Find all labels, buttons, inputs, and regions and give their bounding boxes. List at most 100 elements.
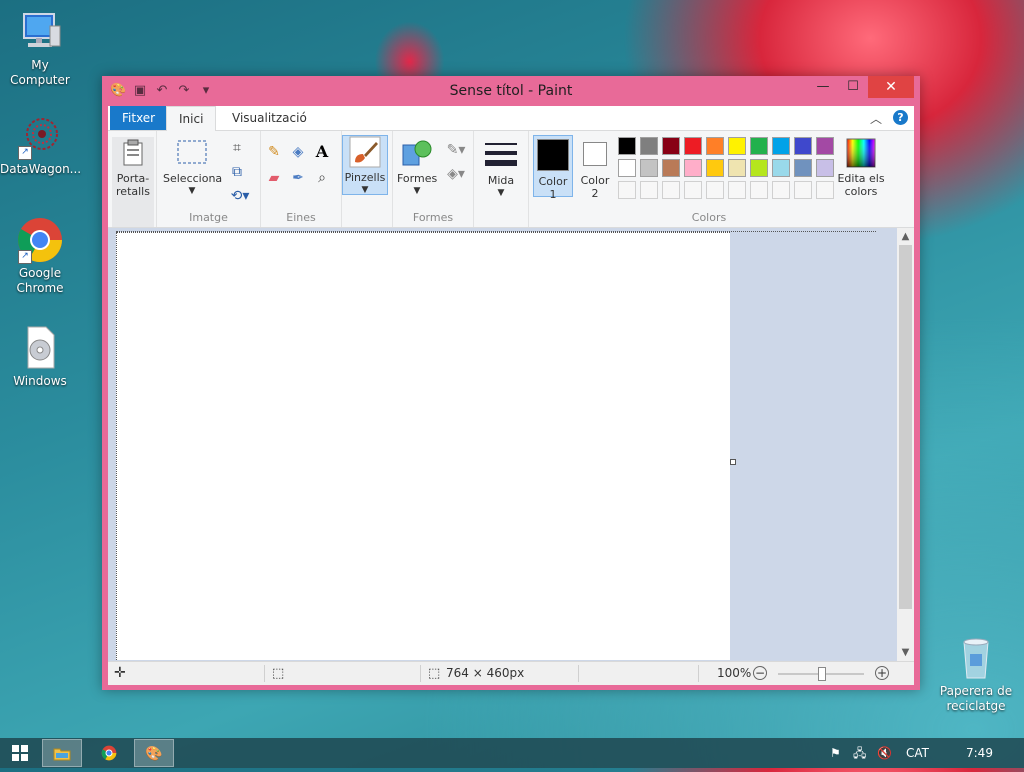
chrome-icon: ↗ [16, 216, 64, 264]
palette-empty-swatch[interactable] [706, 181, 724, 199]
select-button[interactable]: Selecciona ▼ [163, 137, 222, 198]
zoom-slider[interactable] [778, 667, 864, 681]
palette-swatch[interactable] [662, 159, 680, 177]
color1-label-line2: 1 [549, 188, 557, 201]
canvas-resize-handle-right[interactable] [730, 459, 736, 465]
close-button[interactable]: ✕ [868, 76, 914, 98]
crop-icon[interactable]: ⌗ [228, 139, 246, 157]
scroll-down-icon[interactable]: ▼ [897, 644, 914, 661]
outline-icon[interactable]: ✎▾ [443, 141, 469, 159]
brushes-button[interactable]: Pinzells ▼ [342, 135, 388, 195]
palette-swatch[interactable] [794, 159, 812, 177]
pencil-icon[interactable]: ✎ [265, 143, 283, 161]
palette-swatch[interactable] [618, 159, 636, 177]
desktop-icon-windows[interactable]: Windows [0, 324, 80, 389]
palette-swatch[interactable] [728, 159, 746, 177]
palette-swatch[interactable] [750, 137, 768, 155]
palette-swatch[interactable] [728, 137, 746, 155]
size-label: Mida [487, 174, 515, 187]
action-center-flag-icon[interactable]: ⚑ [830, 738, 841, 768]
scrollbar-thumb[interactable] [899, 245, 912, 609]
edit-colors-button[interactable]: Edita els colors [837, 137, 885, 198]
palette-swatch[interactable] [772, 159, 790, 177]
vertical-scrollbar[interactable]: ▲ ▼ [897, 228, 914, 661]
size-button[interactable]: Mida ▼ [481, 139, 521, 200]
palette-swatch[interactable] [706, 159, 724, 177]
palette-swatch[interactable] [772, 137, 790, 155]
minimize-ribbon-icon[interactable]: ︿ [870, 110, 882, 127]
tab-file[interactable]: Fitxer [110, 106, 168, 130]
taskbar-file-explorer[interactable] [42, 739, 82, 767]
color-picker-icon[interactable]: ✒ [289, 169, 307, 187]
fill-icon[interactable]: ◈▾ [443, 165, 469, 183]
canvas-area[interactable]: ▲ ▼ [108, 228, 914, 661]
paint-window[interactable]: 🎨 ▣ ↶ ↷ ▾ Sense títol - Paint — ☐ ✕ Fitx… [102, 76, 920, 690]
help-icon[interactable]: ? [893, 110, 908, 125]
minimize-button[interactable]: — [808, 76, 838, 98]
disc-file-icon [16, 324, 64, 372]
zoom-slider-knob[interactable] [818, 667, 826, 681]
palette-swatch[interactable] [684, 137, 702, 155]
resize-icon[interactable]: ⧉ [228, 163, 246, 181]
desktop-icon-datawagon[interactable]: ↗ DataWagon... [0, 112, 82, 177]
palette-empty-swatch[interactable] [794, 181, 812, 199]
fill-bucket-icon[interactable]: ◈ [289, 143, 307, 161]
palette-swatch[interactable] [816, 159, 834, 177]
group-brushes: Pinzells ▼ [342, 131, 393, 227]
palette-swatch[interactable] [618, 137, 636, 155]
window-title: Sense títol - Paint [449, 83, 573, 99]
palette-empty-swatch[interactable] [684, 181, 702, 199]
color1-button[interactable]: Color 1 [533, 135, 573, 201]
color2-label-line2: 2 [591, 187, 599, 200]
eraser-icon[interactable]: ▰ [265, 169, 283, 187]
network-icon[interactable]: 🖧 [853, 738, 866, 768]
taskbar-paint[interactable]: 🎨 [134, 739, 174, 767]
clipboard-button[interactable]: Porta- retalls [112, 137, 154, 227]
palette-swatch[interactable] [706, 137, 724, 155]
rotate-icon[interactable]: ⟲▾ [228, 187, 252, 205]
clipboard-label-line2: retalls [116, 185, 150, 198]
shapes-button[interactable]: Formes ▼ [397, 137, 437, 198]
palette-empty-swatch[interactable] [816, 181, 834, 199]
palette-swatch[interactable] [640, 137, 658, 155]
brushes-dropdown-icon: ▼ [361, 185, 369, 195]
maximize-button[interactable]: ☐ [838, 76, 868, 98]
desktop-icon-my-computer[interactable]: My Computer [0, 8, 80, 88]
palette-empty-swatch[interactable] [640, 181, 658, 199]
tab-home[interactable]: Inici [166, 106, 217, 131]
group-tools: ✎ ◈ A ▰ ✒ ⌕ Eines [261, 131, 342, 227]
palette-empty-swatch[interactable] [662, 181, 680, 199]
zoom-out-button[interactable]: − [753, 666, 767, 680]
palette-empty-swatch[interactable] [618, 181, 636, 199]
taskbar-chrome[interactable] [89, 739, 129, 767]
image-size-icon: ⬚ [428, 666, 441, 681]
tab-view[interactable]: Visualització [220, 106, 319, 130]
start-button[interactable] [0, 739, 40, 767]
palette-swatch[interactable] [816, 137, 834, 155]
desktop-icon-label: Windows [13, 374, 67, 388]
color2-button[interactable]: Color 2 [575, 135, 615, 200]
desktop-icon-label: DataWagon... [0, 162, 82, 176]
palette-swatch[interactable] [684, 159, 702, 177]
palette-swatch[interactable] [662, 137, 680, 155]
palette-empty-swatch[interactable] [728, 181, 746, 199]
desktop-icon-recycle-bin[interactable]: Paperera de reciclatge [936, 634, 1016, 714]
palette-empty-swatch[interactable] [772, 181, 790, 199]
title-bar[interactable]: 🎨 ▣ ↶ ↷ ▾ Sense títol - Paint — ☐ ✕ [102, 76, 920, 106]
palette-swatch[interactable] [640, 159, 658, 177]
text-icon[interactable]: A [313, 143, 331, 161]
magnifier-icon[interactable]: ⌕ [313, 169, 331, 187]
clock[interactable]: 7:49 [966, 738, 993, 768]
zoom-in-button[interactable]: + [875, 666, 889, 680]
drawing-canvas[interactable] [116, 232, 730, 660]
palette-empty-swatch[interactable] [750, 181, 768, 199]
desktop-icon-google-chrome[interactable]: ↗ Google Chrome [0, 216, 80, 296]
volume-muted-icon[interactable]: 🔇 [877, 738, 892, 768]
scroll-up-icon[interactable]: ▲ [897, 228, 914, 245]
shapes-icon [401, 137, 433, 169]
palette-swatch[interactable] [750, 159, 768, 177]
desktop-icon-label: Paperera de reciclatge [939, 684, 1013, 713]
input-language[interactable]: CAT [906, 738, 929, 768]
desktop-icon-label: My Computer [10, 58, 70, 87]
palette-swatch[interactable] [794, 137, 812, 155]
